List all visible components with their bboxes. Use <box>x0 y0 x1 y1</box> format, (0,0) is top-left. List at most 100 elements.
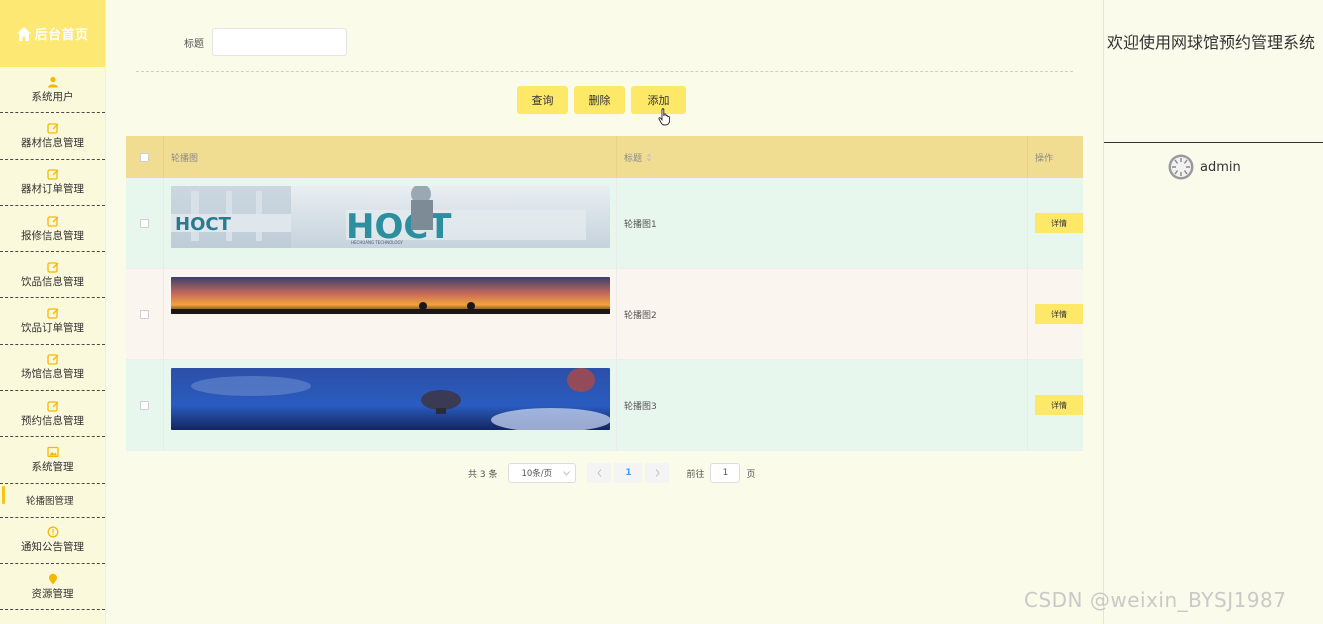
column-header-operation: 操作 <box>1035 153 1054 164</box>
search-form: 标题 <box>184 28 347 56</box>
carousel-image-1: HOCT HOCT HECHUANG TECHNOLOGY <box>171 186 610 248</box>
edit-icon <box>46 123 58 134</box>
sidebar-item-reservation-info[interactable]: 预约信息管理 <box>0 391 105 438</box>
sidebar-item-equipment-info[interactable]: 器材信息管理 <box>0 113 105 160</box>
sidebar-item-drink-orders[interactable]: 饮品订单管理 <box>0 298 105 345</box>
header-panel: 欢迎使用网球馆预约管理系统 admin <box>1103 0 1323 624</box>
goto-label: 前往 <box>686 469 705 480</box>
row-image-cell <box>164 360 617 450</box>
info-icon <box>47 526 58 538</box>
page-suffix: 页 <box>746 469 756 480</box>
chevron-right-icon <box>655 469 660 477</box>
hand-cursor-icon <box>658 108 671 126</box>
table-row: HOCT HOCT HECHUANG TECHNOLOGY 轮播图1 详情 <box>126 178 1083 269</box>
svg-text:HECHUANG TECHNOLOGY: HECHUANG TECHNOLOGY <box>351 240 403 245</box>
brand-home-link[interactable]: 后台首页 <box>0 0 105 67</box>
sidebar-item-label: 系统管理 <box>31 461 74 474</box>
sidebar-item-system-users[interactable]: 系统用户 <box>0 67 105 114</box>
row-title-cell: 轮播图2 <box>617 269 1028 359</box>
edit-icon <box>46 354 58 366</box>
sidebar: 后台首页 系统用户 器材信息管理 器材订单管理 报修信息管理 饮品信息管理 饮品… <box>0 0 106 624</box>
svg-text:HOCT: HOCT <box>175 214 232 235</box>
detail-button[interactable]: 详情 <box>1035 213 1083 233</box>
sidebar-item-repair-info[interactable]: 报修信息管理 <box>0 206 105 253</box>
watermark: CSDN @weixin_BYSJ1987 <box>1024 588 1287 612</box>
row-title-cell: 轮播图1 <box>617 178 1028 268</box>
column-header-image: 轮播图 <box>164 136 617 178</box>
row-operation-cell: 详情 <box>1028 178 1083 268</box>
avatar <box>1168 154 1194 180</box>
column-header-title-label: 标题 <box>624 153 643 164</box>
row-select-cell <box>126 360 164 450</box>
active-indicator <box>2 485 5 504</box>
sort-icon[interactable] <box>646 153 652 162</box>
sidebar-item-label: 饮品信息管理 <box>21 275 84 288</box>
sidebar-item-venue-info[interactable]: 场馆信息管理 <box>0 345 105 392</box>
sidebar-item-notice-management[interactable]: 通知公告管理 <box>0 518 105 564</box>
query-button[interactable]: 查询 <box>517 86 568 114</box>
page-size-select[interactable]: 10条/页 <box>508 463 577 483</box>
detail-button[interactable]: 详情 <box>1035 395 1083 415</box>
row-checkbox[interactable] <box>140 218 149 228</box>
row-operation-cell: 详情 <box>1028 269 1083 359</box>
sidebar-subitem-label: 轮播图管理 <box>26 496 74 508</box>
row-image-cell: HOCT HOCT HECHUANG TECHNOLOGY <box>164 178 617 268</box>
image-icon <box>46 446 59 458</box>
sidebar-item-equipment-orders[interactable]: 器材订单管理 <box>0 160 105 206</box>
user-info[interactable]: admin <box>1168 154 1241 180</box>
column-header-title[interactable]: 标题 <box>617 136 1028 178</box>
edit-icon <box>46 401 58 412</box>
sidebar-item-label: 资源管理 <box>31 587 74 600</box>
title-search-input[interactable] <box>212 28 347 56</box>
row-title-cell: 轮播图3 <box>617 360 1028 450</box>
edit-icon <box>46 169 58 180</box>
row-select-cell <box>126 178 164 268</box>
brand-title: 后台首页 <box>34 28 89 43</box>
select-all-cell <box>126 136 164 178</box>
header-divider <box>1104 142 1323 143</box>
sidebar-item-label: 器材信息管理 <box>21 136 84 149</box>
next-page-button[interactable] <box>645 463 670 483</box>
sidebar-item-label: 预约信息管理 <box>21 414 84 427</box>
select-all-checkbox[interactable] <box>140 152 149 162</box>
carousel-image-2 <box>171 277 610 314</box>
carousel-table: 轮播图 标题 操作 HOCT HOCT HECHUANG TECHNOLOGY … <box>126 136 1083 451</box>
row-checkbox[interactable] <box>140 400 149 410</box>
sidebar-item-label: 饮品订单管理 <box>21 322 84 335</box>
delete-button[interactable]: 删除 <box>574 86 625 114</box>
sidebar-item-system-management[interactable]: 系统管理 <box>0 437 105 484</box>
detail-button[interactable]: 详情 <box>1035 304 1083 324</box>
row-image-cell <box>164 269 617 359</box>
sidebar-item-drink-info[interactable]: 饮品信息管理 <box>0 252 105 299</box>
carousel-image-3 <box>171 368 610 430</box>
pagination-total: 共 3 条 <box>468 469 498 480</box>
row-operation-cell: 详情 <box>1028 360 1083 450</box>
edit-icon <box>46 262 58 273</box>
sidebar-item-label: 场馆信息管理 <box>21 368 84 381</box>
sidebar-item-label: 报修信息管理 <box>21 229 84 242</box>
search-label: 标题 <box>184 38 204 50</box>
goto-page-input[interactable]: 1 <box>710 463 741 483</box>
prev-page-button[interactable] <box>587 463 612 483</box>
home-icon <box>17 26 32 41</box>
row-select-cell <box>126 269 164 359</box>
main-content: 标题 查询 删除 添加 轮播图 标题 操作 HOCT HOCT HECHUANG… <box>107 0 1103 624</box>
sidebar-item-resource-management[interactable]: 资源管理 <box>0 564 105 611</box>
sidebar-item-label: 系统用户 <box>31 90 74 103</box>
chevron-down-icon <box>563 470 571 476</box>
row-checkbox[interactable] <box>140 309 149 319</box>
username: admin <box>1200 159 1241 175</box>
user-icon <box>47 76 58 88</box>
page-number-current[interactable]: 1 <box>614 463 643 483</box>
table-header: 轮播图 标题 操作 <box>126 136 1083 178</box>
edit-icon <box>46 215 58 227</box>
sidebar-item-label: 通知公告管理 <box>21 541 84 554</box>
pagination: 共 3 条 10条/页 1 前往 1 页 <box>468 463 755 483</box>
welcome-title: 欢迎使用网球馆预约管理系统 <box>1107 33 1316 52</box>
table-row: 轮播图2 详情 <box>126 269 1083 360</box>
chevron-left-icon <box>597 469 602 477</box>
edit-icon <box>46 308 58 319</box>
sidebar-subitem-carousel-management[interactable]: 轮播图管理 <box>0 484 105 518</box>
sidebar-item-label: 器材订单管理 <box>21 183 84 196</box>
location-icon <box>48 573 57 585</box>
